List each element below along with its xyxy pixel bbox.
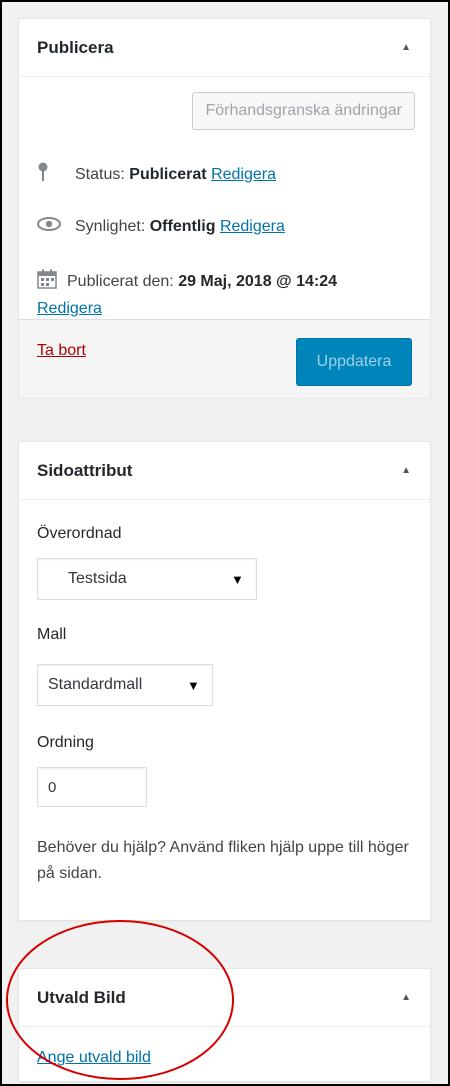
page-attributes-title: Sidoattribut [37, 460, 133, 480]
published-label: Publicerat den: [67, 272, 174, 290]
status-row: Status: Publicerat Redigera [37, 162, 276, 187]
status-label: Status: [75, 165, 125, 183]
update-button[interactable]: Uppdatera [296, 338, 412, 386]
parent-label: Överordnad [37, 525, 122, 542]
visibility-label: Synlighet: [75, 217, 146, 235]
order-input[interactable]: 0 [37, 767, 147, 807]
triangle-up-icon[interactable]: ▲ [401, 465, 411, 476]
triangle-up-icon[interactable]: ▲ [401, 992, 411, 1003]
published-value: 29 Maj, 2018 @ 14:24 [178, 272, 337, 290]
publish-box: Publicera ▲ Förhandsgranska ändringar St… [18, 18, 431, 398]
published-date-row: Publicerat den: 29 Maj, 2018 @ 14:24 [37, 269, 337, 294]
status-edit-link[interactable]: Redigera [211, 166, 276, 184]
page-attributes-header[interactable]: Sidoattribut ▲ [19, 442, 430, 500]
publish-actions: Ta bort Uppdatera [19, 319, 430, 398]
eye-icon [37, 217, 61, 236]
triangle-up-icon[interactable]: ▲ [401, 42, 411, 53]
template-select-value: Standardmall [48, 676, 143, 693]
pin-icon [37, 162, 59, 187]
parent-select[interactable]: Testsida ▼ [37, 558, 257, 600]
preview-changes-button[interactable]: Förhandsgranska ändringar [192, 92, 415, 130]
visibility-row: Synlighet: Offentlig Redigera [37, 217, 285, 236]
published-edit-link[interactable]: Redigera [37, 300, 102, 318]
chevron-down-icon: ▼ [187, 677, 200, 693]
template-label: Mall [37, 626, 67, 643]
page-attributes-box: Sidoattribut ▲ Överordnad Testsida ▼ Mal… [18, 441, 431, 921]
parent-select-value: Testsida [68, 570, 127, 587]
template-select[interactable]: Standardmall ▼ [37, 664, 213, 706]
publish-box-title: Publicera [37, 37, 114, 57]
help-text: Behöver du hjälp? Använd fliken hjälp up… [37, 839, 409, 882]
publish-box-header[interactable]: Publicera ▲ [19, 19, 430, 77]
order-label: Ordning [37, 734, 94, 751]
visibility-value: Offentlig [149, 217, 216, 235]
annotation-circle [6, 920, 234, 1080]
delete-link[interactable]: Ta bort [37, 342, 86, 360]
chevron-down-icon: ▼ [231, 571, 244, 587]
visibility-edit-link[interactable]: Redigera [220, 218, 285, 236]
status-value: Publicerat [129, 165, 207, 183]
calendar-icon [37, 269, 59, 294]
